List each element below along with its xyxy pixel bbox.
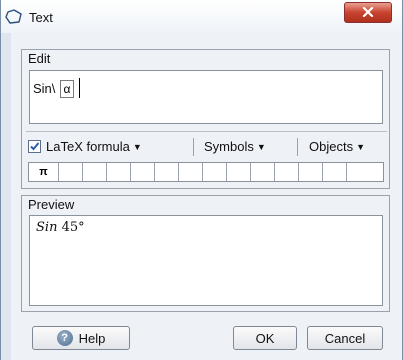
symbol-cell-pi[interactable]: π	[29, 163, 59, 181]
symbol-cell[interactable]	[299, 163, 323, 181]
preview-panel: Preview Sin 45°	[21, 195, 390, 312]
symbol-cell[interactable]	[203, 163, 227, 181]
chevron-down-icon: ▼	[256, 142, 266, 152]
symbol-cell[interactable]	[347, 163, 371, 181]
latex-formula-label: LaTeX formula	[46, 139, 130, 154]
divider	[26, 131, 387, 132]
preview-function: Sin	[36, 220, 58, 235]
preview-area: Sin 45°	[29, 215, 383, 306]
text-edit-area[interactable]: Sin\ α	[29, 70, 383, 124]
symbol-palette: π	[28, 162, 384, 182]
preview-value: 45°	[61, 220, 85, 235]
text-dialog: Text Edit Sin\ α LaTeX formula ▼ Symbols…	[0, 0, 403, 360]
title-bar[interactable]: Text	[1, 0, 402, 33]
symbols-dropdown[interactable]: Symbols ▼	[204, 139, 266, 154]
window-frame-strip	[1, 33, 11, 360]
symbols-label: Symbols	[204, 139, 254, 154]
edit-text-prefix: Sin\	[33, 81, 56, 96]
objects-label: Objects	[309, 139, 354, 154]
close-button[interactable]	[344, 2, 392, 23]
window-title: Text	[29, 10, 53, 25]
cancel-button[interactable]: Cancel	[307, 326, 383, 350]
alpha-symbol-box[interactable]: α	[60, 80, 74, 98]
preview-label: Preview	[28, 197, 75, 212]
polygon-outline-icon	[4, 9, 24, 25]
ok-label: OK	[255, 330, 275, 346]
text-caret	[79, 78, 80, 98]
ok-button[interactable]: OK	[233, 326, 297, 350]
toolbar-divider	[297, 138, 298, 156]
cancel-label: Cancel	[324, 330, 366, 346]
help-label: Help	[78, 330, 106, 346]
preview-formula: Sin 45°	[36, 220, 85, 235]
symbol-cell[interactable]	[59, 163, 83, 181]
help-button[interactable]: ? Help	[32, 326, 130, 350]
symbol-cell[interactable]	[323, 163, 347, 181]
edit-panel: Edit Sin\ α LaTeX formula ▼ Symbols ▼ Obje…	[21, 49, 390, 189]
latex-formula-dropdown[interactable]: LaTeX formula ▼	[46, 139, 142, 154]
symbol-cell[interactable]	[131, 163, 155, 181]
symbol-cell[interactable]	[275, 163, 299, 181]
chevron-down-icon: ▼	[356, 142, 365, 152]
toolbar-divider	[193, 138, 194, 156]
chevron-down-icon: ▼	[132, 142, 142, 152]
edit-toolbar: LaTeX formula ▼ Symbols ▼ Objects ▼	[28, 138, 388, 156]
symbol-cell[interactable]	[179, 163, 203, 181]
symbol-cell[interactable]	[155, 163, 179, 181]
latex-checkbox[interactable]	[28, 140, 41, 153]
objects-dropdown[interactable]: Objects ▼	[309, 139, 365, 154]
symbol-cell[interactable]	[83, 163, 107, 181]
symbol-cell[interactable]	[251, 163, 275, 181]
edit-label: Edit	[28, 51, 51, 66]
help-icon: ?	[56, 330, 73, 346]
close-x-icon	[362, 4, 374, 22]
symbol-cell[interactable]	[107, 163, 131, 181]
symbol-cell[interactable]	[227, 163, 251, 181]
